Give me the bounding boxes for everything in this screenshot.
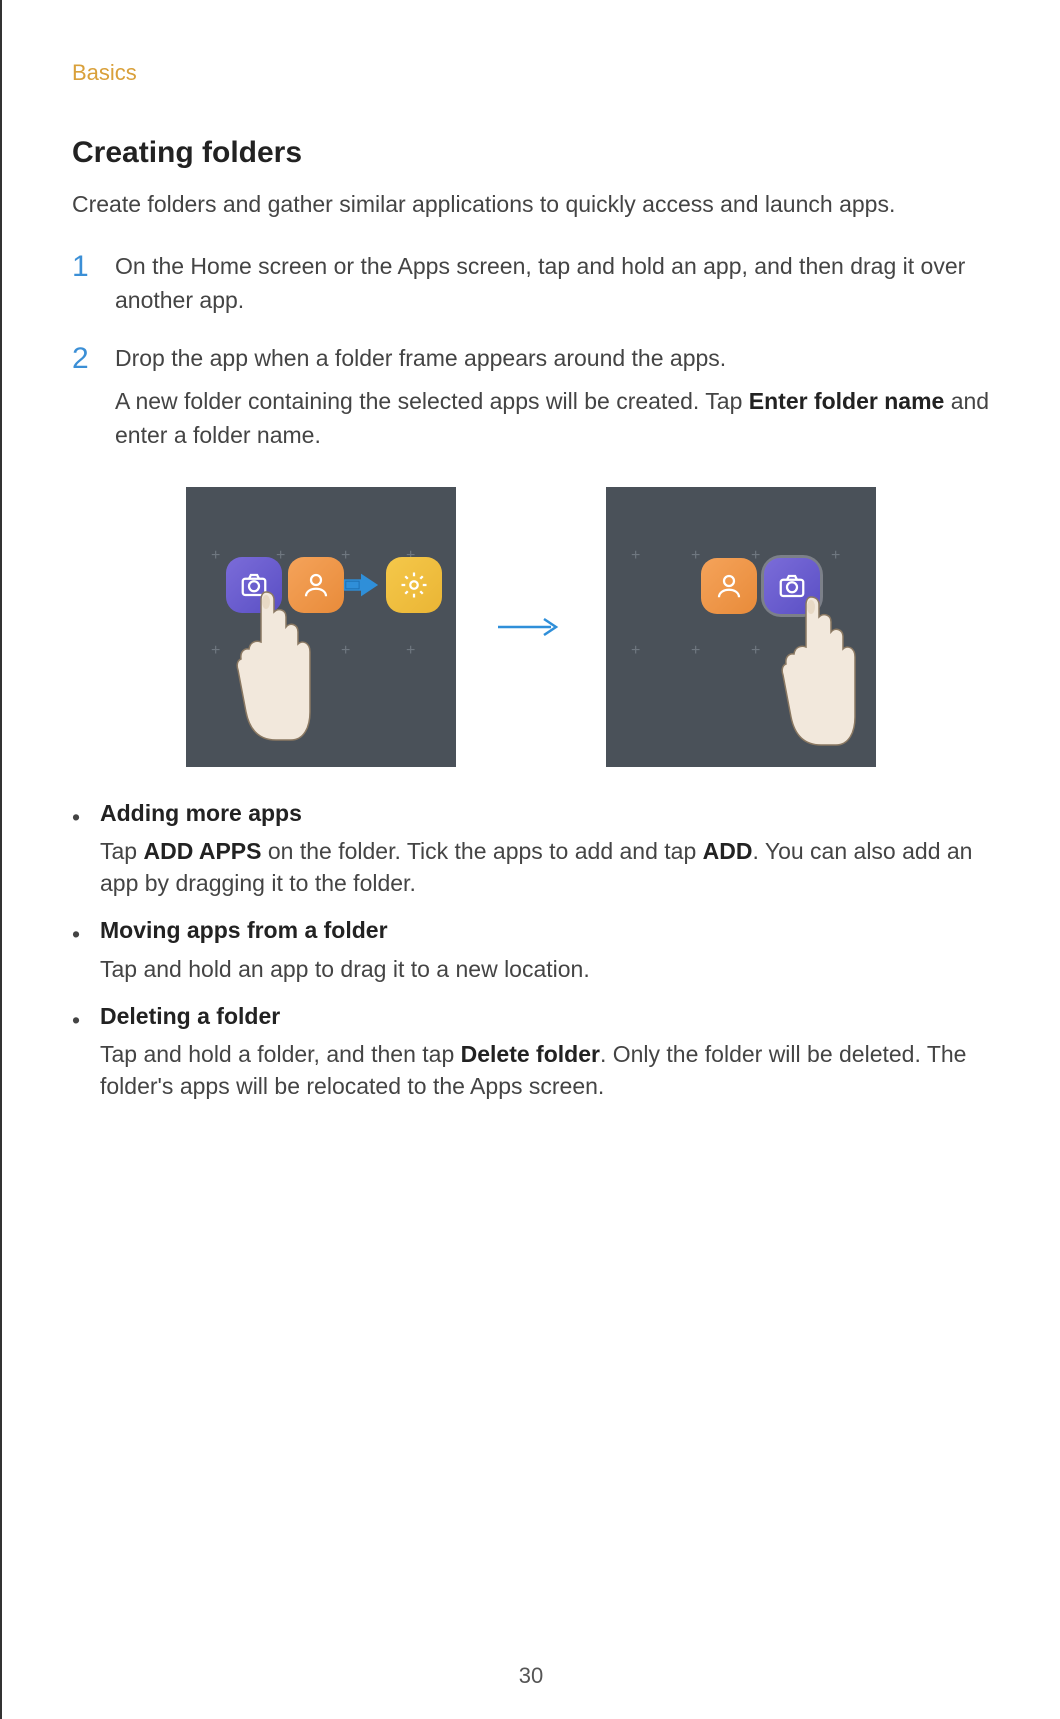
contacts-app-icon xyxy=(701,558,757,614)
bullet-heading: Moving apps from a folder xyxy=(100,914,590,946)
drag-arrow-icon xyxy=(342,571,380,599)
bullet-deleting-folder: • Deleting a folder Tap and hold a folde… xyxy=(72,1000,990,1103)
illustration-panel-after: + + + + + + + xyxy=(606,487,876,767)
settings-app-icon xyxy=(386,557,442,613)
step-2: 2 Drop the app when a folder frame appea… xyxy=(72,342,990,462)
bullet-heading: Deleting a folder xyxy=(100,1000,990,1032)
bullet-icon: • xyxy=(72,1000,86,1103)
bullet-adding-apps: • Adding more apps Tap ADD APPS on the f… xyxy=(72,797,990,900)
illustration-row: + + + + + + + xyxy=(72,487,990,767)
page-number: 30 xyxy=(519,1663,543,1689)
section-title: Creating folders xyxy=(72,136,990,170)
intro-paragraph: Create folders and gather similar applic… xyxy=(72,188,990,220)
bold-ui-label: ADD APPS xyxy=(143,838,261,864)
arrow-right-icon xyxy=(496,617,566,637)
bold-ui-label: ADD xyxy=(703,838,753,864)
step-number: 2 xyxy=(72,342,100,462)
document-page: Basics Creating folders Create folders a… xyxy=(0,0,1060,1719)
bullet-icon: • xyxy=(72,797,86,900)
step-text: Drop the app when a folder frame appears… xyxy=(115,342,990,462)
step-number: 1 xyxy=(72,250,100,317)
step-1: 1 On the Home screen or the Apps screen,… xyxy=(72,250,990,317)
step-text: On the Home screen or the Apps screen, t… xyxy=(115,250,990,317)
bold-ui-label: Delete folder xyxy=(461,1041,600,1067)
pointing-hand-icon xyxy=(781,587,856,747)
pointing-hand-icon xyxy=(236,582,311,742)
chapter-header: Basics xyxy=(72,60,990,86)
bullet-heading: Adding more apps xyxy=(100,797,990,829)
illustration-panel-before: + + + + + + + xyxy=(186,487,456,767)
bold-ui-label: Enter folder name xyxy=(749,388,945,414)
bullet-icon: • xyxy=(72,914,86,984)
bullet-moving-apps: • Moving apps from a folder Tap and hold… xyxy=(72,914,990,984)
